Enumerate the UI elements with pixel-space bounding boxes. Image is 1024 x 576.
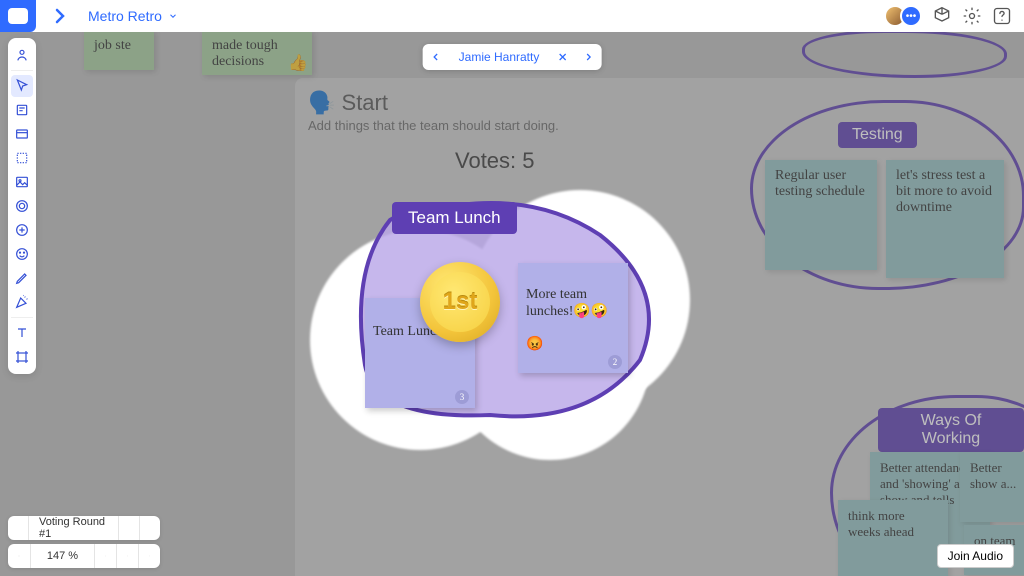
tool-emoji-icon[interactable] (11, 243, 33, 265)
group-label-testing[interactable]: Testing (838, 122, 917, 148)
tool-pen-icon[interactable] (11, 267, 33, 289)
note-text: More team lunches!🤪🤪 😡 (526, 287, 608, 352)
tool-text-icon[interactable] (11, 322, 33, 344)
votes-count: Votes: 5 (455, 148, 535, 174)
tool-marquee-icon[interactable] (11, 147, 33, 169)
note-text: Better show a... (970, 460, 1016, 491)
note-text: made tough decisions (212, 38, 278, 69)
tool-image-icon[interactable] (11, 171, 33, 193)
voting-round-label[interactable]: Voting Round #1 (28, 516, 118, 540)
zoom-out-button[interactable] (8, 544, 30, 568)
gear-icon[interactable] (962, 6, 982, 26)
note-text: job ste (94, 38, 131, 53)
next-user-button[interactable] (575, 44, 601, 70)
top-bar: Metro Retro ••• (0, 0, 1024, 32)
divider (11, 317, 33, 318)
voting-prev-button[interactable] (8, 516, 28, 540)
breadcrumb-forward-icon[interactable] (48, 4, 72, 28)
zoom-in-button[interactable] (94, 544, 116, 568)
note-text: let's stress test a bit more to avoid do… (896, 168, 992, 215)
avatar-overflow[interactable]: ••• (900, 5, 922, 27)
prev-user-button[interactable] (423, 44, 449, 70)
tool-pointer-icon[interactable] (11, 75, 33, 97)
sticky-note-more-lunches[interactable]: More team lunches!🤪🤪 😡 2 (518, 263, 628, 373)
section-header-start: 🗣️ Start Add things that the team should… (308, 90, 559, 133)
tool-target-icon[interactable] (11, 195, 33, 217)
sticky-note[interactable]: Regular user testing schedule (765, 160, 877, 270)
board-name-dropdown[interactable]: Metro Retro (88, 8, 178, 24)
participants-avatars[interactable]: ••• (884, 5, 922, 27)
redo-button[interactable] (138, 544, 160, 568)
presenter-pill: Jamie Hanratty (423, 44, 602, 70)
tool-card-icon[interactable] (11, 123, 33, 145)
chevron-down-icon (168, 11, 178, 21)
note-text: think more weeks ahead (848, 508, 914, 539)
sticky-note[interactable]: made tough decisions 👍 (202, 30, 312, 75)
voting-award-icon[interactable] (139, 516, 160, 540)
cube-icon[interactable] (932, 6, 952, 26)
medal-text: 1st (420, 262, 500, 342)
sticky-note[interactable]: Better show a... (960, 452, 1024, 522)
section-title: 🗣️ Start (308, 90, 559, 116)
zoom-level[interactable]: 147 % (30, 544, 94, 568)
tool-frame-icon[interactable] (11, 346, 33, 368)
voting-add-button[interactable] (118, 516, 139, 540)
help-icon[interactable] (992, 6, 1012, 26)
join-audio-button[interactable]: Join Audio (937, 544, 1014, 568)
voting-spotlight: Votes: 5 Team Lunch Team Lunches 3 More … (300, 140, 700, 470)
group-label-ways[interactable]: Ways Of Working (878, 408, 1024, 452)
undo-button[interactable] (116, 544, 138, 568)
tool-confetti-icon[interactable] (11, 291, 33, 313)
sticky-note[interactable]: let's stress test a bit more to avoid do… (886, 160, 1004, 278)
group-label-team-lunch[interactable]: Team Lunch (392, 202, 517, 234)
divider (11, 70, 33, 71)
sticky-note[interactable]: think more weeks ahead (838, 500, 948, 576)
tool-token-icon[interactable] (11, 219, 33, 241)
vote-count-badge: 3 (455, 390, 469, 404)
tool-sticky-icon[interactable] (11, 99, 33, 121)
first-place-medal: 1st (420, 262, 500, 342)
note-text: Regular user testing schedule (775, 168, 865, 199)
bottom-controls: Voting Round #1 147 % (8, 516, 160, 568)
section-subtitle: Add things that the team should start do… (308, 118, 559, 133)
presenter-name: Jamie Hanratty (449, 50, 550, 64)
tool-panel (8, 38, 36, 374)
group-outline-small[interactable] (802, 30, 1007, 78)
app-logo[interactable] (0, 0, 36, 32)
vote-count-badge: 2 (608, 355, 622, 369)
thumbs-up-icon: 👍 (288, 53, 308, 73)
close-pill-button[interactable] (549, 44, 575, 70)
tool-people-icon[interactable] (11, 44, 33, 66)
sticky-note[interactable]: job ste (84, 30, 154, 70)
